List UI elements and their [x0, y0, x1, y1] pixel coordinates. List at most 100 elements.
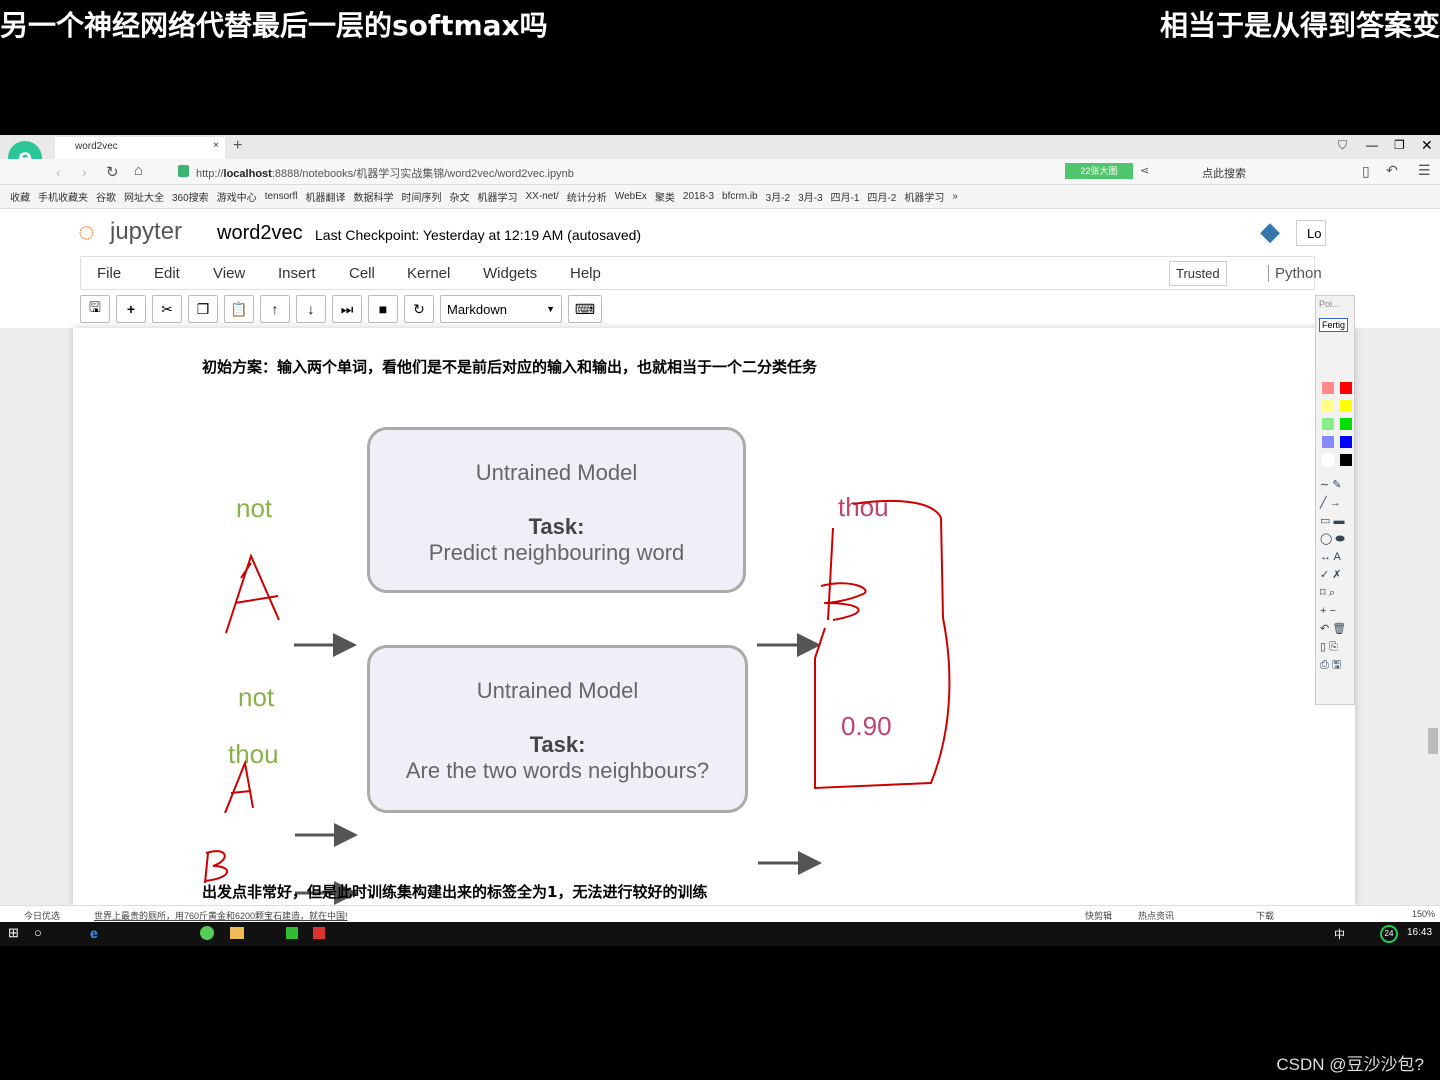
color-swatch[interactable] [1340, 400, 1352, 412]
bookmark[interactable]: 游戏中心 [217, 189, 257, 204]
back-icon[interactable]: ‹ [56, 164, 61, 180]
close-tab-icon[interactable]: × [213, 140, 219, 151]
cell-type-value: Markdown [447, 301, 507, 317]
bookmark[interactable]: 谷歌 [96, 189, 116, 204]
menu-widgets[interactable]: Widgets [483, 265, 537, 282]
menu-cell[interactable]: Cell [349, 265, 375, 282]
search-icon[interactable]: ○ [34, 925, 42, 940]
move-up-button[interactable]: ↑ [260, 295, 290, 323]
color-swatch[interactable] [1322, 382, 1334, 394]
bookmark[interactable]: 四月-2 [867, 189, 896, 204]
interrupt-button[interactable]: ■ [368, 295, 398, 323]
download-item[interactable]: 下载 [1256, 909, 1274, 922]
notebook-name[interactable]: word2vec [217, 222, 303, 245]
plus-icon: + [126, 301, 136, 317]
bookmark[interactable]: 3月-3 [798, 189, 822, 204]
cell-type-select[interactable]: Markdown ▼ [440, 295, 562, 323]
status-item[interactable]: 快剪辑 [1085, 909, 1112, 922]
today-picks[interactable]: 今日优选 [24, 909, 60, 922]
windows-start-icon[interactable]: ⊞ [8, 925, 19, 941]
color-swatch[interactable] [1322, 436, 1334, 448]
undo-icon[interactable]: ↶ [1386, 162, 1398, 179]
bookmark[interactable]: 3月-2 [766, 189, 790, 204]
edge-icon[interactable]: e [90, 925, 98, 941]
bookmark[interactable]: WebEx [615, 191, 647, 202]
bookmark[interactable]: 机器学习 [477, 189, 517, 204]
jupyter-logo-text[interactable]: jupyter [110, 218, 182, 246]
bookmark[interactable]: 2018-3 [683, 191, 714, 202]
menu-icon[interactable]: ☰ [1418, 162, 1431, 179]
reload-icon[interactable]: ↻ [106, 163, 119, 181]
restore-icon[interactable]: ❐ [1394, 138, 1405, 152]
done-button[interactable]: Fertig [1319, 318, 1349, 332]
save-icon: 🖫 [89, 299, 101, 315]
command-palette-button[interactable]: ⌨ [568, 295, 602, 323]
menu-edit[interactable]: Edit [154, 265, 180, 282]
menu-file[interactable]: File [97, 265, 121, 282]
bookmark[interactable]: 收藏 [10, 189, 30, 204]
menu-kernel[interactable]: Kernel [407, 265, 450, 282]
skin-icon[interactable]: ⛉ [1338, 138, 1347, 153]
phone-icon[interactable]: ▯ [1362, 163, 1370, 180]
cut-button[interactable]: ✂ [152, 295, 182, 323]
restart-button[interactable]: ↻ [404, 295, 434, 323]
color-swatch[interactable] [1322, 418, 1334, 430]
status-item[interactable]: 热点资讯 [1138, 909, 1174, 922]
menu-view[interactable]: View [213, 265, 245, 282]
color-swatch[interactable] [1322, 454, 1334, 466]
news-link[interactable]: 世界上最贵的厕所，用760斤黄金和6200颗宝石建造，就在中国! [94, 909, 348, 922]
new-tab-icon[interactable]: + [233, 137, 242, 155]
bookmark-more[interactable]: » [952, 191, 958, 202]
stop-icon: ■ [378, 301, 388, 317]
bookmark[interactable]: 聚类 [655, 189, 675, 204]
copy-button[interactable]: ❐ [188, 295, 218, 323]
app-icon[interactable] [313, 927, 325, 939]
bookmark[interactable]: 数据科学 [353, 189, 393, 204]
color-swatch[interactable] [1340, 436, 1352, 448]
insert-cell-button[interactable]: + [116, 295, 146, 323]
move-down-button[interactable]: ↓ [296, 295, 326, 323]
zoom-level[interactable]: 150% [1412, 909, 1435, 919]
minimize-icon[interactable]: — [1366, 138, 1378, 152]
ime-indicator[interactable]: 中 [1334, 926, 1345, 942]
bookmark[interactable]: bfcrm.ib [722, 191, 758, 202]
bookmark[interactable]: tensorfl [265, 191, 298, 202]
search-box[interactable]: 点此搜索 [1202, 165, 1246, 181]
trusted-badge[interactable]: Trusted [1169, 261, 1227, 286]
home-icon[interactable]: ⌂ [134, 162, 143, 179]
bookmark[interactable]: 四月-1 [831, 189, 860, 204]
forward-icon[interactable]: › [82, 164, 87, 180]
save-button[interactable]: 🖫 [80, 295, 110, 323]
logout-button[interactable]: Lo [1296, 220, 1326, 246]
run-button[interactable]: ⏭ [332, 295, 362, 323]
drawing-tools[interactable]: ∼ ✎ ╱ → ▭ ▬ ◯ ⬬ ↔ A ✓ ✗ ⌑ ⌕ + − ↶ 🗑 ▯ ⎘ ⎙ 🖫 [1320, 476, 1354, 674]
app-icon[interactable] [286, 927, 298, 939]
color-swatch[interactable] [1340, 454, 1352, 466]
cell-heading-2: 出发点非常好，但是此时训练集构建出来的标签全为1，无法进行较好的训练 [202, 883, 708, 901]
share-icon[interactable]: ⋖ [1140, 164, 1149, 177]
markdown-cell[interactable]: 初始方案：输入两个单词，看他们是不是前后对应的输入和输出，也就相当于一个二分类任… [73, 328, 1355, 905]
bookmark[interactable]: 统计分析 [567, 189, 607, 204]
bookmark[interactable]: 杂文 [449, 189, 469, 204]
bookmark[interactable]: 时间序列 [401, 189, 441, 204]
menu-insert[interactable]: Insert [278, 265, 316, 282]
bookmark[interactable]: 360搜索 [172, 189, 209, 204]
browser-app-icon[interactable] [200, 926, 214, 940]
bookmark[interactable]: 网址大全 [124, 189, 164, 204]
close-window-icon[interactable]: ✕ [1421, 137, 1433, 154]
url-field[interactable]: http://localhost:8888/notebooks/机器学习实战集锦… [196, 165, 1056, 181]
bookmark[interactable]: 机器翻译 [305, 189, 345, 204]
color-swatch[interactable] [1340, 418, 1352, 430]
notification-badge[interactable]: 24 [1380, 925, 1398, 943]
scrollbar-thumb[interactable] [1428, 728, 1438, 754]
promo-badge[interactable]: 22张大图 [1065, 163, 1133, 179]
bookmark[interactable]: 手机收藏夹 [38, 189, 88, 204]
tab-word2vec[interactable]: word2vec × [55, 137, 225, 159]
bookmark[interactable]: XX-net/ [525, 191, 558, 202]
paste-button[interactable]: 📋 [224, 295, 254, 323]
bookmark[interactable]: 机器学习 [904, 189, 944, 204]
color-swatch[interactable] [1322, 400, 1334, 412]
explorer-icon[interactable] [230, 927, 244, 939]
menu-help[interactable]: Help [570, 265, 601, 282]
color-swatch[interactable] [1340, 382, 1352, 394]
